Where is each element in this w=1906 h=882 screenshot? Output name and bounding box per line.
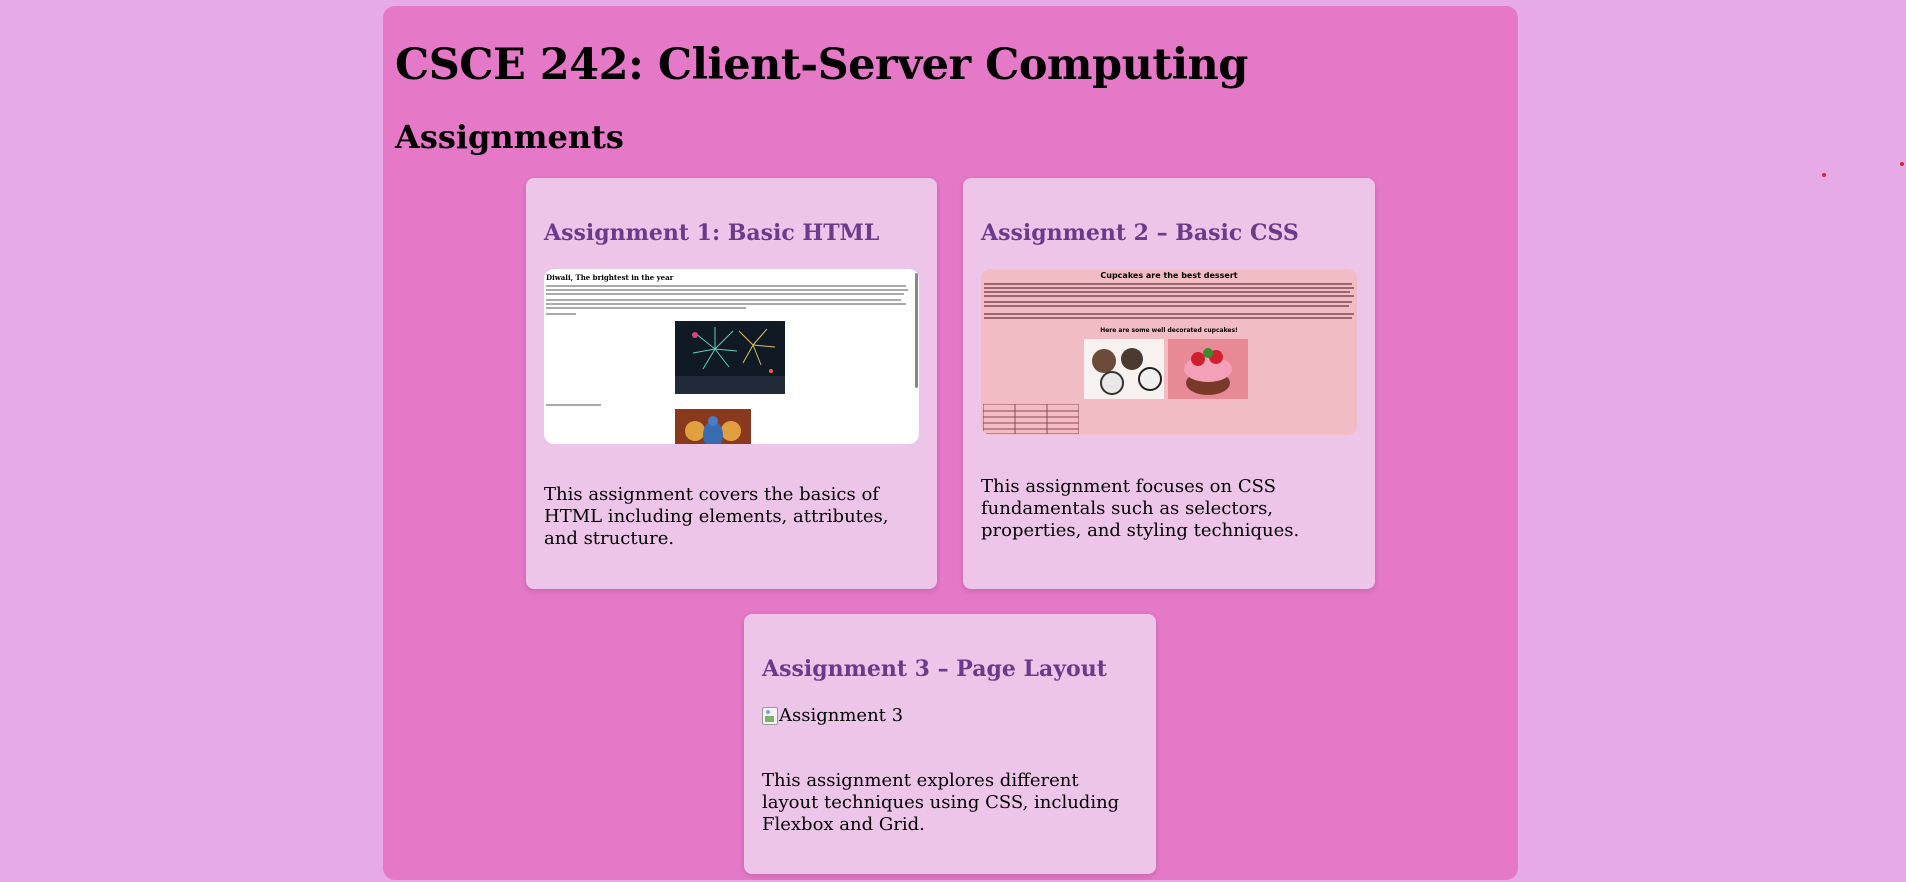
thumbnail-heading: Diwali, The brightest in the year — [546, 273, 674, 282]
assignment-thumbnail[interactable]: Cupcakes are the best dessert Here are s… — [981, 269, 1357, 435]
assignment-title[interactable]: Assignment 1: Basic HTML — [544, 220, 879, 246]
cupcake-table — [983, 404, 1079, 434]
deity-image — [675, 409, 751, 444]
cursor-dot — [1822, 173, 1826, 177]
assignment-title[interactable]: Assignment 3 – Page Layout — [762, 656, 1107, 682]
assignment-thumbnail[interactable]: Diwali, The brightest in the year — [544, 269, 919, 444]
main-container: CSCE 242: Client-Server Computing Assign… — [383, 6, 1518, 880]
thumbnail-scrollbar — [915, 273, 918, 388]
image-alt-text: Assignment 3 — [779, 705, 904, 726]
thumbnail-heading: Cupcakes are the best dessert — [1100, 271, 1238, 280]
assignment-card-3[interactable]: Assignment 3 – Page Layout Assignment 3 … — [744, 614, 1156, 874]
assignment-description: This assignment explores different layou… — [762, 770, 1120, 835]
cupcake-image — [1084, 339, 1164, 399]
broken-image-icon — [762, 706, 778, 725]
thumbnail-subheading: Here are some well decorated cupcakes! — [1100, 327, 1238, 334]
cursor-dot — [1900, 162, 1904, 166]
assignment-title[interactable]: Assignment 2 – Basic CSS — [981, 220, 1299, 246]
fireworks-image — [675, 321, 785, 394]
assignment-description: This assignment focuses on CSS fundament… — [981, 476, 1300, 541]
section-title: Assignments — [395, 118, 624, 156]
assignment-card-1[interactable]: Assignment 1: Basic HTML Diwali, The bri… — [526, 178, 937, 589]
assignment-card-2[interactable]: Assignment 2 – Basic CSS Cupcakes are th… — [963, 178, 1375, 589]
course-title: CSCE 242: Client-Server Computing — [395, 40, 1248, 90]
broken-image: Assignment 3 — [762, 705, 903, 726]
strawberry-cupcake-image — [1168, 339, 1248, 399]
assignment-description: This assignment covers the basics of HTM… — [544, 484, 889, 549]
